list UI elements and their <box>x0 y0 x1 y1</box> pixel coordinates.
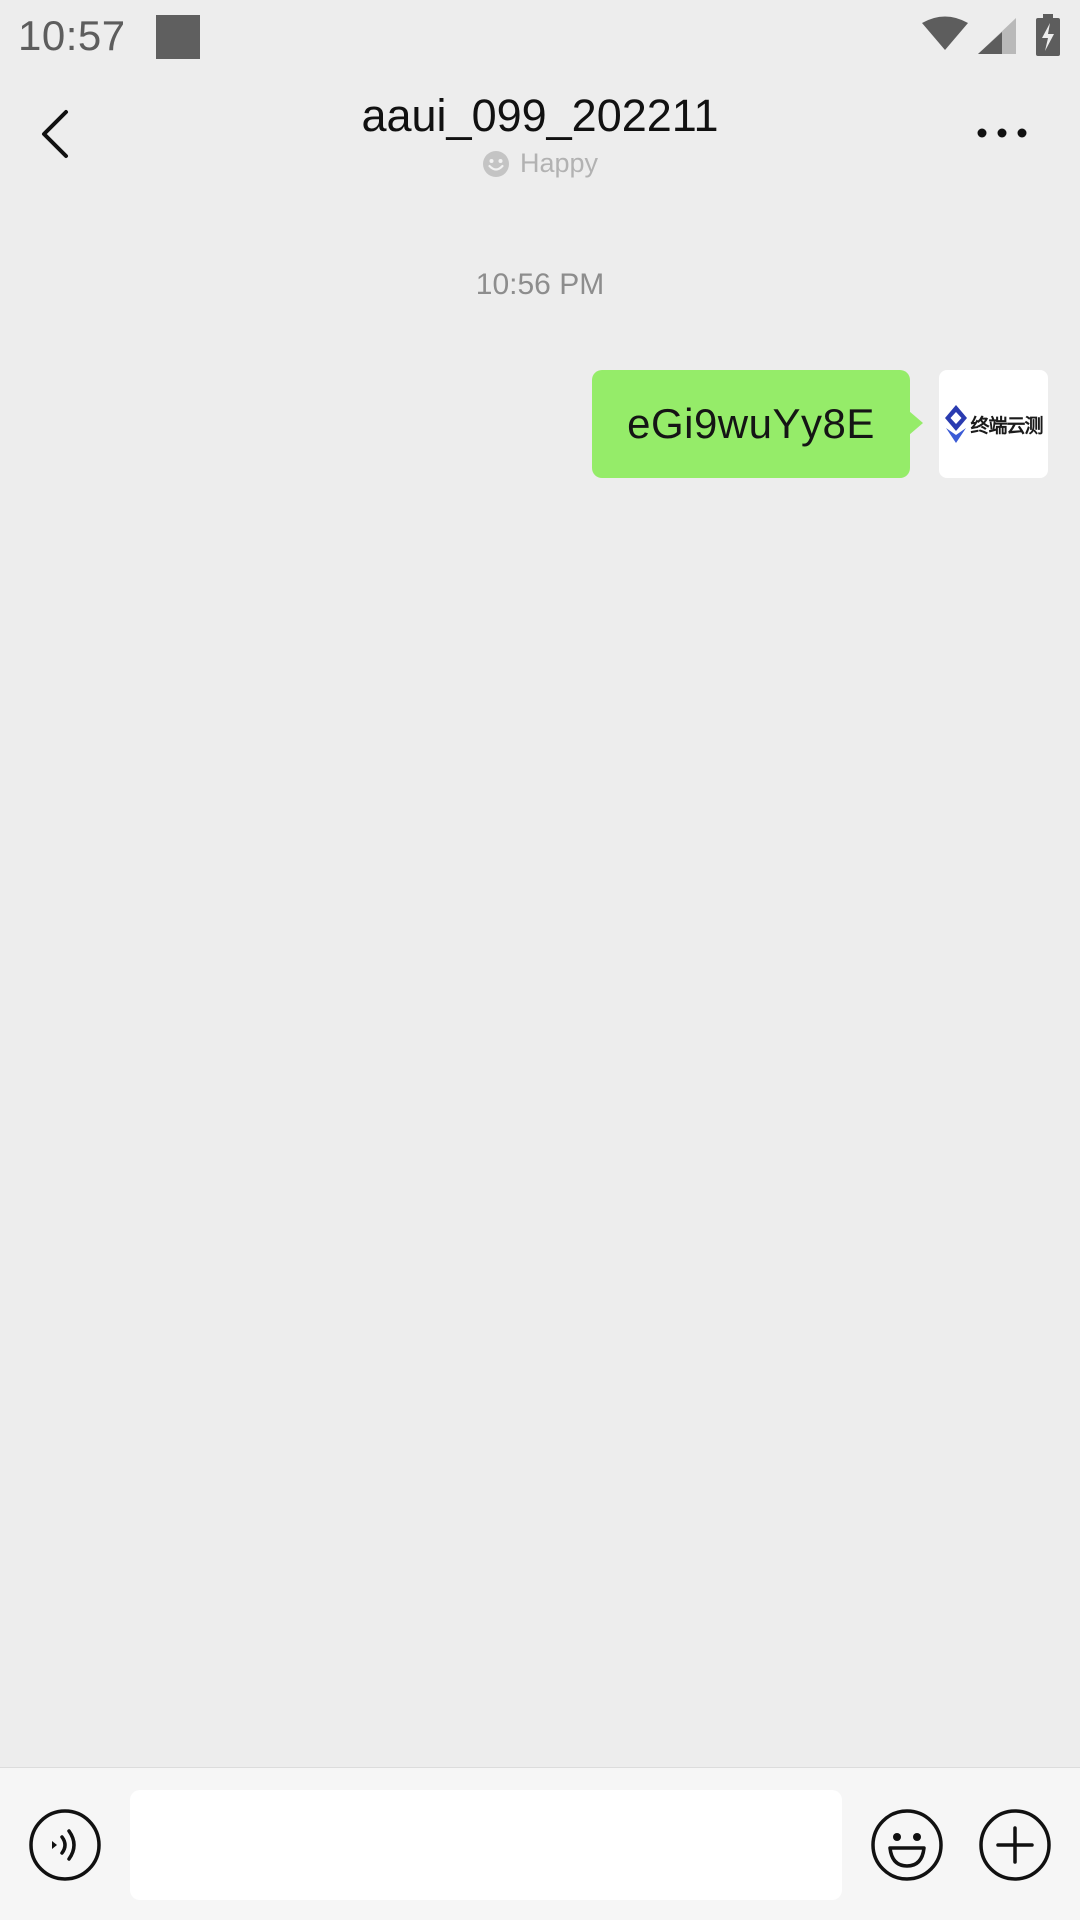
bubble-tail <box>909 411 923 435</box>
message-input[interactable] <box>130 1790 842 1900</box>
battery-charging-icon <box>1036 14 1060 56</box>
status-bar: 10:57 <box>0 0 1080 74</box>
chat-header: aaui_099_202211 Happy <box>0 74 1080 204</box>
more-dots-icon <box>977 128 1027 138</box>
emoji-icon <box>871 1809 943 1881</box>
signal-icon <box>978 18 1016 54</box>
back-button[interactable] <box>28 104 88 164</box>
chevron-left-icon <box>42 110 68 158</box>
more-actions-button[interactable] <box>978 1808 1052 1887</box>
smile-icon <box>482 150 509 177</box>
chat-screen: 10:57 aaui_099_202211 Happy 10:56 PM eGi… <box>0 0 1080 1920</box>
chat-title: aaui_099_202211 <box>361 90 719 141</box>
plus-icon <box>979 1809 1051 1881</box>
input-bar <box>0 1767 1080 1920</box>
wifi-icon <box>922 16 968 50</box>
avatar-logo-text: 终端云测 <box>970 414 1043 437</box>
notification-icon <box>156 15 200 59</box>
terminal-cloud-logo-icon <box>945 405 968 443</box>
emoji-button[interactable] <box>870 1808 944 1887</box>
avatar[interactable]: 终端云测 <box>939 370 1048 478</box>
contact-status: Happy <box>340 148 740 179</box>
voice-button[interactable] <box>28 1808 102 1887</box>
more-options-button[interactable] <box>970 118 1034 148</box>
message-timestamp: 10:56 PM <box>475 268 605 301</box>
contact-status-label: Happy <box>519 148 599 178</box>
voice-icon <box>29 1809 101 1881</box>
message-bubble[interactable]: eGi9wuYy8E <box>592 370 910 478</box>
status-time: 10:57 <box>18 12 126 59</box>
message-row: eGi9wuYy8E 终端云测 <box>0 370 1080 480</box>
